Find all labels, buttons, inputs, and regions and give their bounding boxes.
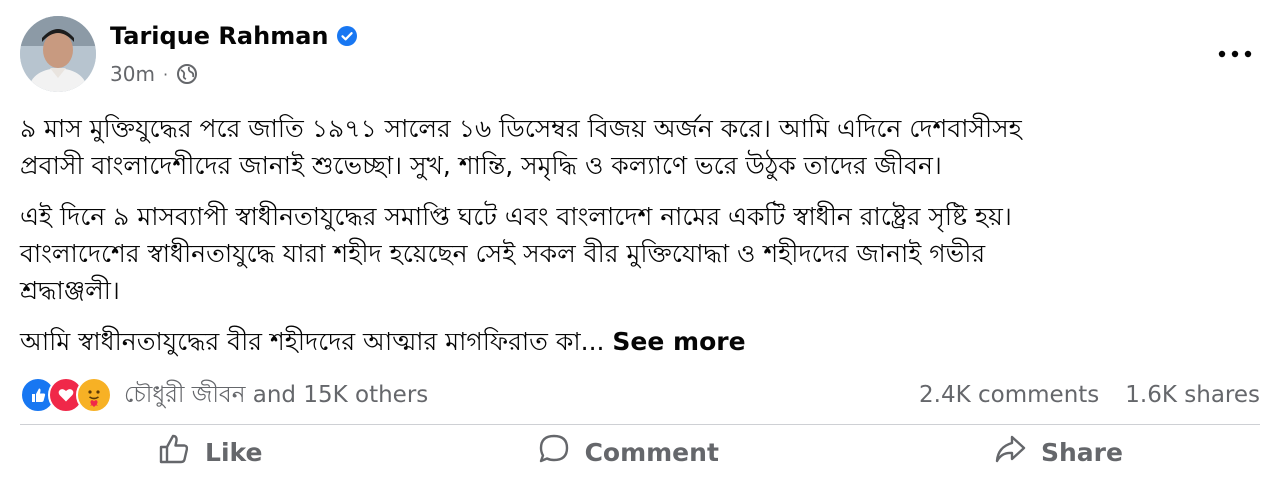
author-row: Tarique Rahman — [110, 22, 358, 50]
facebook-post: Tarique Rahman 30m · ৯ মাস মুক্তিযুদ্ধের… — [0, 0, 1280, 477]
meta-separator: · — [162, 64, 169, 84]
share-arrow-icon — [993, 432, 1027, 472]
action-bar: Like Comment Share — [20, 428, 1260, 476]
post-header: Tarique Rahman 30m · — [20, 16, 1260, 96]
share-button[interactable]: Share — [973, 428, 1143, 476]
reactions-bar: চৌধুরী জীবন and 15K others 2.4K comments… — [20, 377, 1260, 413]
post-timestamp[interactable]: 30m — [110, 62, 155, 86]
text-line: এই দিনে ৯ মাসব্যাপী স্বাধীনতাযুদ্ধের সমা… — [20, 202, 1012, 231]
comment-label: Comment — [584, 437, 719, 467]
reaction-icons[interactable] — [20, 377, 112, 413]
engagement-counts: 2.4K comments 1.6K shares — [919, 382, 1260, 408]
post-paragraph: এই দিনে ৯ মাসব্যাপী স্বাধীনতাযুদ্ধের সমা… — [20, 198, 1260, 309]
text-line: ৯ মাস মুক্তিযুদ্ধের পরে জাতি ১৯৭১ সালের … — [20, 114, 1022, 143]
see-more-link[interactable]: See more — [612, 327, 745, 356]
avatar-image — [20, 16, 96, 92]
care-icon — [76, 377, 112, 413]
verified-badge-icon — [336, 25, 358, 47]
author-name[interactable]: Tarique Rahman — [110, 22, 328, 50]
comments-count[interactable]: 2.4K comments — [919, 382, 1099, 408]
post-meta: 30m · — [110, 62, 198, 86]
reaction-summary[interactable]: চৌধুরী জীবন and 15K others — [124, 376, 428, 415]
globe-icon[interactable] — [176, 63, 198, 85]
comment-button[interactable]: Comment — [517, 428, 739, 476]
text-line: প্রবাসী বাংলাদেশীদের জানাই শুভেচ্ছা। সুখ… — [20, 151, 942, 180]
post-paragraph: আমি স্বাধীনতাযুদ্ধের বীর শহীদদের আত্মার … — [20, 323, 1260, 360]
text-line: শ্রদ্ধাঞ্জলী। — [20, 276, 120, 305]
avatar[interactable] — [20, 16, 96, 92]
more-options-icon[interactable] — [1210, 36, 1260, 72]
like-button[interactable]: Like — [137, 428, 282, 476]
share-label: Share — [1040, 437, 1123, 467]
like-label: Like — [205, 437, 263, 467]
comment-bubble-icon — [537, 432, 571, 472]
post-paragraph: ৯ মাস মুক্তিযুদ্ধের পরে জাতি ১৯৭১ সালের … — [20, 110, 1260, 184]
text-line: আমি স্বাধীনতাযুদ্ধের বীর শহীদদের আত্মার … — [20, 327, 605, 356]
divider — [20, 424, 1260, 425]
thumbs-up-icon — [157, 432, 191, 472]
post-content: ৯ মাস মুক্তিযুদ্ধের পরে জাতি ১৯৭১ সালের … — [20, 110, 1260, 374]
shares-count[interactable]: 1.6K shares — [1125, 382, 1260, 408]
text-line: বাংলাদেশের স্বাধীনতাযুদ্ধে যারা শহীদ হয়… — [20, 239, 986, 268]
